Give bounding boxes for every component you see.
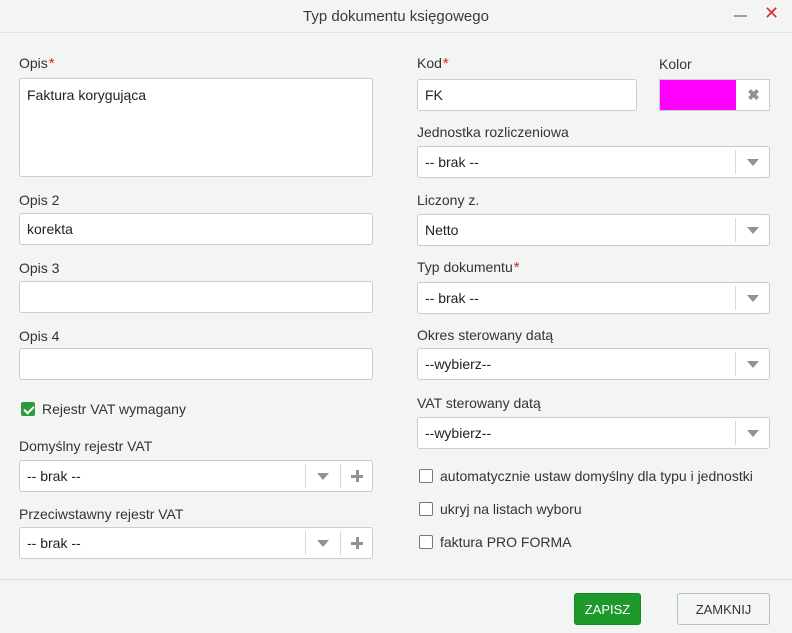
plus-icon xyxy=(350,536,364,550)
vat-label: VAT sterowany datą xyxy=(417,395,541,411)
typ-dokumentu-value: -- brak -- xyxy=(425,290,479,306)
jednostka-select[interactable]: -- brak -- xyxy=(417,146,770,178)
okres-select[interactable]: --wybierz-- xyxy=(417,348,770,380)
przeciwstawny-rejestr-value: -- brak -- xyxy=(27,535,81,551)
domyslny-rejestr-label: Domyślny rejestr VAT xyxy=(19,438,153,454)
chevron-down-icon xyxy=(747,295,759,302)
chevron-down-icon xyxy=(747,430,759,437)
pro-forma-checkbox-row[interactable]: faktura PRO FORMA xyxy=(419,534,571,550)
auto-default-checkbox[interactable] xyxy=(419,469,433,483)
vat-value: --wybierz-- xyxy=(425,425,492,441)
chevron-down-icon xyxy=(747,159,759,166)
przeciwstawny-rejestr-select[interactable]: -- brak -- xyxy=(19,527,373,559)
rejestr-vat-checkbox[interactable] xyxy=(21,402,35,416)
domyslny-rejestr-value: -- brak -- xyxy=(27,468,81,484)
liczony-label: Liczony z. xyxy=(417,192,480,208)
close-button[interactable]: ZAMKNIJ xyxy=(677,593,770,625)
pro-forma-label: faktura PRO FORMA xyxy=(440,534,572,550)
typ-dokumentu-select[interactable]: -- brak -- xyxy=(417,282,770,314)
typ-dokumentu-dropdown[interactable] xyxy=(735,286,769,310)
opis2-label: Opis 2 xyxy=(19,192,60,208)
opis-label: Opis* xyxy=(19,55,55,72)
chevron-down-icon xyxy=(317,473,329,480)
opis2-input[interactable]: korekta xyxy=(19,213,373,245)
auto-default-label: automatycznie ustaw domyślny dla typu i … xyxy=(440,468,753,484)
okres-dropdown[interactable] xyxy=(735,352,769,376)
jednostka-value: -- brak -- xyxy=(425,154,479,170)
auto-default-checkbox-row[interactable]: automatycznie ustaw domyślny dla typu i … xyxy=(419,468,753,484)
opis3-input[interactable] xyxy=(19,281,373,313)
domyslny-rejestr-dropdown[interactable] xyxy=(305,464,339,488)
okres-label: Okres sterowany datą xyxy=(417,327,554,343)
rejestr-vat-checkbox-row[interactable]: Rejestr VAT wymagany xyxy=(21,401,186,417)
required-asterisk-icon: * xyxy=(442,55,449,72)
minimize-icon[interactable] xyxy=(734,6,748,24)
kod-label: Kod* xyxy=(417,55,449,72)
liczony-select[interactable]: Netto xyxy=(417,214,770,246)
title-bar: Typ dokumentu księgowego ✕ xyxy=(0,0,792,33)
chevron-down-icon xyxy=(317,540,329,547)
jednostka-label: Jednostka rozliczeniowa xyxy=(417,124,569,140)
required-asterisk-icon: * xyxy=(513,259,520,276)
przeciwstawny-rejestr-add-button[interactable] xyxy=(340,531,372,555)
opis4-label: Opis 4 xyxy=(19,328,60,344)
okres-value: --wybierz-- xyxy=(425,356,492,372)
przeciwstawny-rejestr-label: Przeciwstawny rejestr VAT xyxy=(19,506,184,522)
hide-on-lists-checkbox[interactable] xyxy=(419,502,433,516)
pro-forma-checkbox[interactable] xyxy=(419,535,433,549)
dialog-footer xyxy=(0,579,792,633)
opis3-label: Opis 3 xyxy=(19,260,60,276)
color-swatch[interactable] xyxy=(660,80,736,110)
vat-select[interactable]: --wybierz-- xyxy=(417,417,770,449)
typ-dokumentu-label: Typ dokumentu* xyxy=(417,259,520,276)
domyslny-rejestr-add-button[interactable] xyxy=(340,464,372,488)
przeciwstawny-rejestr-dropdown[interactable] xyxy=(305,531,339,555)
save-button[interactable]: ZAPISZ xyxy=(574,593,641,625)
kod-input[interactable]: FK xyxy=(417,79,637,111)
color-picker[interactable]: ✖ xyxy=(659,79,770,111)
opis4-input[interactable] xyxy=(19,348,373,380)
domyslny-rejestr-select[interactable]: -- brak -- xyxy=(19,460,373,492)
required-asterisk-icon: * xyxy=(48,55,55,72)
chevron-down-icon xyxy=(747,361,759,368)
liczony-value: Netto xyxy=(425,222,459,238)
window-title: Typ dokumentu księgowego xyxy=(303,8,489,25)
liczony-dropdown[interactable] xyxy=(735,218,769,242)
chevron-down-icon xyxy=(747,227,759,234)
jednostka-dropdown[interactable] xyxy=(735,150,769,174)
close-icon[interactable]: ✕ xyxy=(764,3,779,23)
plus-icon xyxy=(350,469,364,483)
hide-on-lists-label: ukryj na listach wyboru xyxy=(440,501,582,517)
opis-textarea[interactable]: Faktura korygująca xyxy=(19,78,373,177)
rejestr-vat-label: Rejestr VAT wymagany xyxy=(42,401,186,417)
vat-dropdown[interactable] xyxy=(735,421,769,445)
clear-color-icon[interactable]: ✖ xyxy=(737,80,770,110)
hide-on-lists-checkbox-row[interactable]: ukryj na listach wyboru xyxy=(419,501,582,517)
kolor-label: Kolor xyxy=(659,56,692,72)
